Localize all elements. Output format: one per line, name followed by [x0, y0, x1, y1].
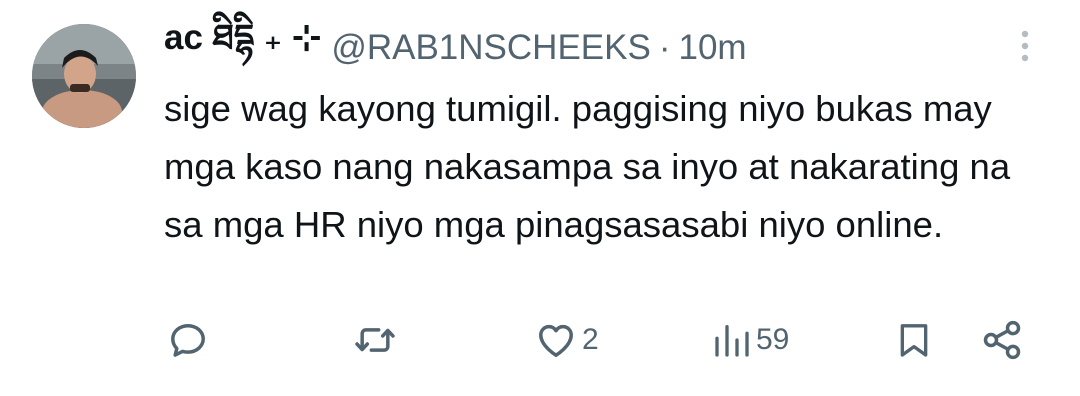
reply-icon	[171, 323, 205, 357]
views-count: 59	[756, 323, 790, 356]
views-icon	[715, 325, 749, 357]
avatar[interactable]	[32, 24, 136, 128]
views-button[interactable]: 59	[712, 312, 789, 368]
share-icon	[983, 320, 1021, 360]
tweet-actions: 2 59	[0, 312, 1080, 368]
avatar-image	[32, 24, 136, 128]
separator-dot: ·	[658, 28, 671, 67]
share-button[interactable]	[980, 312, 1024, 368]
user-handle[interactable]: @RAB1NSCHEEKS	[331, 28, 651, 68]
bookmark-icon	[900, 324, 928, 357]
retweet-button[interactable]	[352, 312, 398, 368]
retweet-icon	[355, 328, 395, 352]
timestamp[interactable]: 10m	[678, 28, 746, 68]
more-options-icon[interactable]	[1010, 28, 1040, 68]
tweet-text: sige wag kayong tumigil. paggising niyo …	[164, 88, 1011, 245]
like-count: 2	[582, 323, 599, 356]
tweet-header: ac ཐིདྷི ₊ ⊹ @RAB1NSCHEEKS · 10m	[164, 18, 747, 70]
like-button[interactable]: 2	[534, 312, 599, 368]
reply-button[interactable]	[166, 312, 210, 368]
heart-icon	[539, 324, 573, 357]
bookmark-button[interactable]	[894, 312, 934, 368]
